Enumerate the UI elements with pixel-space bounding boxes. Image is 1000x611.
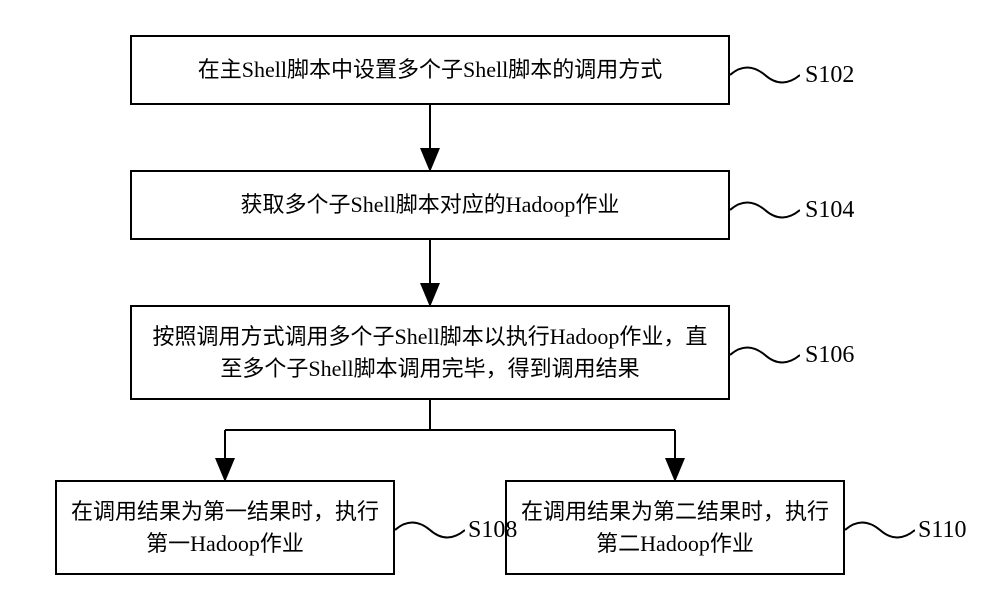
flow-box-text: 在调用结果为第二结果时，执行第二Hadoop作业 bbox=[517, 496, 833, 560]
wave-connector bbox=[730, 195, 800, 225]
flow-box-text: 获取多个子Shell脚本对应的Hadoop作业 bbox=[241, 189, 620, 221]
step-label-s106: S106 bbox=[805, 342, 854, 369]
flow-box-s104: 获取多个子Shell脚本对应的Hadoop作业 bbox=[130, 170, 730, 240]
step-label-s108: S108 bbox=[468, 517, 517, 544]
step-label-s104: S104 bbox=[805, 197, 854, 224]
step-label-s102: S102 bbox=[805, 62, 854, 89]
wave-connector bbox=[395, 515, 465, 545]
flow-box-s106: 按照调用方式调用多个子Shell脚本以执行Hadoop作业，直至多个子Shell… bbox=[130, 305, 730, 400]
wave-connector bbox=[845, 515, 915, 545]
flow-box-s108: 在调用结果为第一结果时，执行第一Hadoop作业 bbox=[55, 480, 395, 575]
flow-box-text: 在调用结果为第一结果时，执行第一Hadoop作业 bbox=[67, 496, 383, 560]
wave-connector bbox=[730, 60, 800, 90]
wave-connector bbox=[730, 340, 800, 370]
flow-box-text: 在主Shell脚本中设置多个子Shell脚本的调用方式 bbox=[198, 54, 662, 86]
flow-box-text: 按照调用方式调用多个子Shell脚本以执行Hadoop作业，直至多个子Shell… bbox=[142, 321, 718, 385]
step-label-s110: S110 bbox=[918, 517, 966, 544]
flow-box-s110: 在调用结果为第二结果时，执行第二Hadoop作业 bbox=[505, 480, 845, 575]
flow-box-s102: 在主Shell脚本中设置多个子Shell脚本的调用方式 bbox=[130, 35, 730, 105]
